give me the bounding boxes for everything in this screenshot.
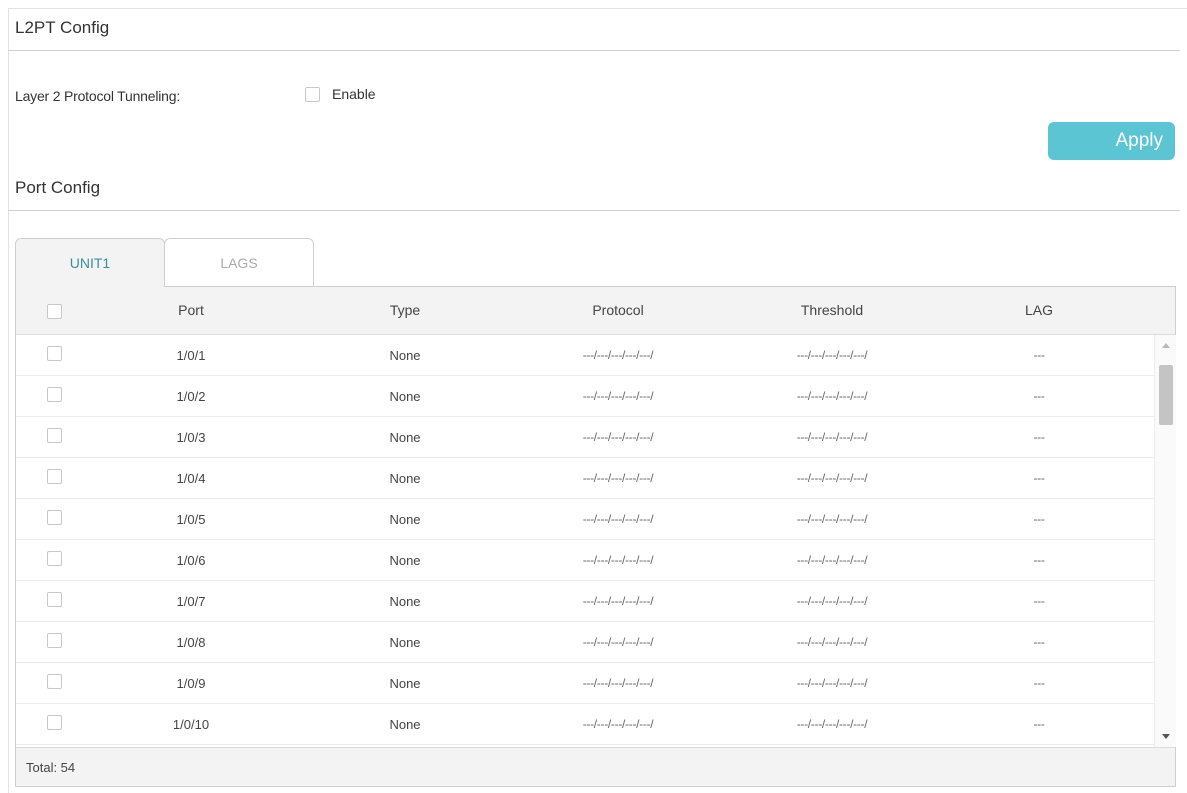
cell-protocol: ---/---/---/---/---/ — [582, 594, 654, 608]
cell-port: 1/0/3 — [176, 430, 206, 445]
table-row[interactable]: 1/0/8 None ---/---/---/---/---/ ---/---/---… — [16, 622, 1154, 663]
port-config-title: Port Config — [15, 178, 101, 197]
cell-protocol: ---/---/---/---/---/ — [582, 512, 654, 526]
select-all-checkbox[interactable] — [47, 304, 62, 319]
enable-toggle[interactable]: Enable — [305, 86, 376, 102]
table-row[interactable]: 1/0/4 None ---/---/---/---/---/ ---/---/---… — [16, 458, 1154, 499]
l2pt-config-divider — [8, 50, 1180, 51]
cell-lag: --- — [1033, 348, 1045, 362]
cell-protocol: ---/---/---/---/---/ — [582, 471, 654, 485]
cell-threshold: ---/---/---/---/---/ — [796, 717, 868, 731]
table-row[interactable]: 1/0/7 None ---/---/---/---/---/ ---/---/---… — [16, 581, 1154, 622]
cell-lag: --- — [1033, 635, 1045, 649]
table-header: Port Type Protocol Threshold LAG — [16, 287, 1175, 335]
cell-type: None — [389, 430, 421, 445]
cell-port: 1/0/5 — [176, 512, 206, 527]
column-header-threshold[interactable]: Threshold — [801, 302, 863, 318]
tunneling-label: Layer 2 Protocol Tunneling: — [15, 88, 181, 104]
cell-threshold: ---/---/---/---/---/ — [796, 348, 868, 362]
enable-label: Enable — [332, 86, 376, 102]
table-row[interactable]: 1/0/1 None ---/---/---/---/---/ ---/---/---… — [16, 335, 1154, 376]
cell-protocol: ---/---/---/---/---/ — [582, 348, 654, 362]
scrollbar-thumb[interactable] — [1159, 365, 1173, 425]
l2pt-config-title: L2PT Config — [15, 18, 110, 37]
cell-lag: --- — [1033, 430, 1045, 444]
cell-port: 1/0/1 — [176, 348, 206, 363]
table-footer: Total: 54 — [16, 747, 1175, 786]
cell-type: None — [389, 635, 421, 650]
tab-lags[interactable]: LAGS — [164, 238, 314, 287]
row-checkbox[interactable] — [47, 674, 62, 689]
cell-type: None — [389, 553, 421, 568]
column-header-protocol[interactable]: Protocol — [592, 302, 643, 318]
cell-port: 1/0/2 — [176, 389, 206, 404]
table-row[interactable]: 1/0/6 None ---/---/---/---/---/ ---/---/---… — [16, 540, 1154, 581]
cell-protocol: ---/---/---/---/---/ — [582, 717, 654, 731]
column-header-type[interactable]: Type — [390, 302, 420, 318]
cell-protocol: ---/---/---/---/---/ — [582, 635, 654, 649]
cell-type: None — [389, 717, 421, 732]
row-checkbox[interactable] — [47, 551, 62, 566]
port-tabs: UNIT1 LAGS — [15, 238, 314, 287]
cell-type: None — [389, 389, 421, 404]
cell-lag: --- — [1033, 389, 1045, 403]
cell-lag: --- — [1033, 471, 1045, 485]
row-checkbox[interactable] — [47, 633, 62, 648]
cell-lag: --- — [1033, 553, 1045, 567]
cell-threshold: ---/---/---/---/---/ — [796, 389, 868, 403]
cell-type: None — [389, 348, 421, 363]
cell-threshold: ---/---/---/---/---/ — [796, 553, 868, 567]
cell-lag: --- — [1033, 594, 1045, 608]
cell-port: 1/0/4 — [176, 471, 206, 486]
table-row[interactable]: 1/0/5 None ---/---/---/---/---/ ---/---/---… — [16, 499, 1154, 540]
total-count: Total: 54 — [26, 760, 76, 775]
cell-lag: --- — [1033, 512, 1045, 526]
table-row[interactable]: 1/0/10 None ---/---/---/---/---/ ---/---/--… — [16, 704, 1154, 745]
cell-threshold: ---/---/---/---/---/ — [796, 512, 868, 526]
port-config-divider — [8, 210, 1180, 211]
row-checkbox[interactable] — [47, 346, 62, 361]
apply-button[interactable]: Apply — [1048, 122, 1175, 160]
table-scrollbar[interactable] — [1154, 335, 1176, 747]
row-checkbox[interactable] — [47, 387, 62, 402]
row-checkbox[interactable] — [47, 428, 62, 443]
cell-type: None — [389, 471, 421, 486]
tab-unit1[interactable]: UNIT1 — [15, 238, 165, 287]
chevron-up-icon[interactable] — [1162, 343, 1170, 348]
cell-port: 1/0/6 — [176, 553, 206, 568]
cell-port: 1/0/10 — [172, 717, 210, 732]
row-checkbox[interactable] — [47, 592, 62, 607]
table-row[interactable]: 1/0/9 None ---/---/---/---/---/ ---/---/---… — [16, 663, 1154, 704]
chevron-down-icon[interactable] — [1162, 734, 1170, 739]
cell-port: 1/0/7 — [176, 594, 206, 609]
column-header-port[interactable]: Port — [178, 302, 204, 318]
cell-threshold: ---/---/---/---/---/ — [796, 635, 868, 649]
cell-protocol: ---/---/---/---/---/ — [582, 389, 654, 403]
row-checkbox[interactable] — [47, 510, 62, 525]
column-header-lag[interactable]: LAG — [1025, 302, 1053, 318]
cell-protocol: ---/---/---/---/---/ — [582, 553, 654, 567]
cell-threshold: ---/---/---/---/---/ — [796, 594, 868, 608]
cell-threshold: ---/---/---/---/---/ — [796, 676, 868, 690]
port-table: Port Type Protocol Threshold LAG 1/0/1 No… — [15, 286, 1176, 787]
table-body: 1/0/1 None ---/---/---/---/---/ ---/---/---… — [16, 335, 1154, 747]
cell-port: 1/0/8 — [176, 635, 206, 650]
enable-checkbox[interactable] — [305, 86, 320, 102]
cell-threshold: ---/---/---/---/---/ — [796, 430, 868, 444]
cell-protocol: ---/---/---/---/---/ — [582, 676, 654, 690]
row-checkbox[interactable] — [47, 715, 62, 730]
cell-type: None — [389, 676, 421, 691]
row-checkbox[interactable] — [47, 469, 62, 484]
cell-type: None — [389, 512, 421, 527]
cell-port: 1/0/9 — [176, 676, 206, 691]
table-row[interactable]: 1/0/3 None ---/---/---/---/---/ ---/---/---… — [16, 417, 1154, 458]
cell-threshold: ---/---/---/---/---/ — [796, 471, 868, 485]
cell-lag: --- — [1033, 717, 1045, 731]
cell-protocol: ---/---/---/---/---/ — [582, 430, 654, 444]
cell-type: None — [389, 594, 421, 609]
table-row[interactable]: 1/0/2 None ---/---/---/---/---/ ---/---/---… — [16, 376, 1154, 417]
cell-lag: --- — [1033, 676, 1045, 690]
